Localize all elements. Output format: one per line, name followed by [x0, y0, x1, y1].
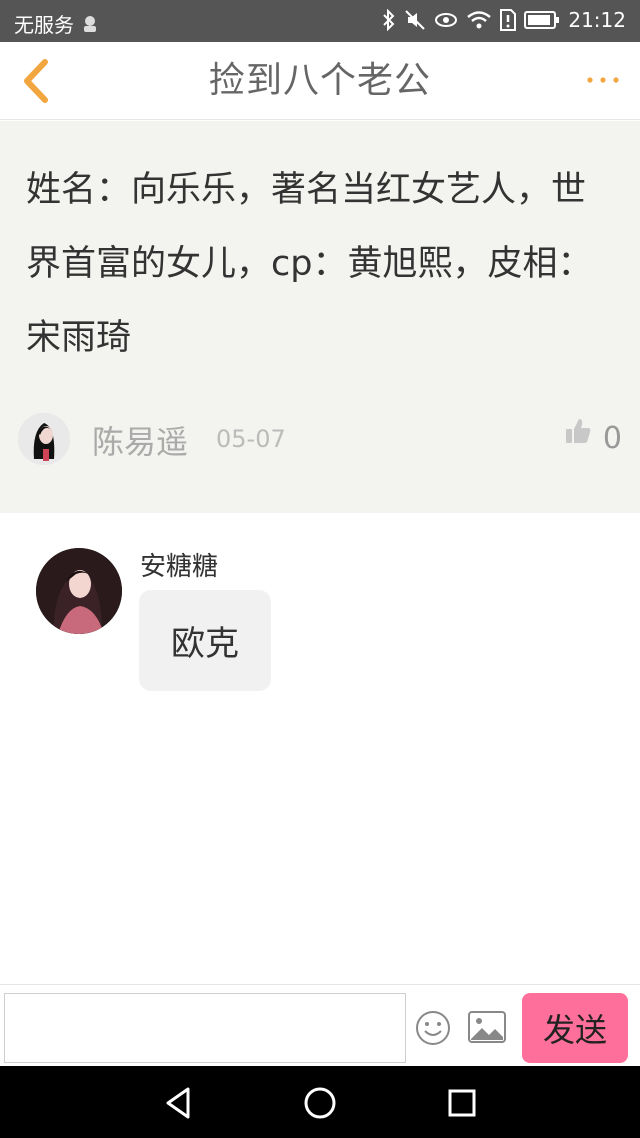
status-bar: 无服务 21:12: [0, 0, 640, 42]
chevron-left-icon: [24, 59, 48, 103]
notification-icon: [80, 14, 100, 34]
title-bar: 捡到八个老公: [0, 42, 640, 120]
comment-text: 欧克: [171, 624, 239, 664]
home-circle-icon: [304, 1087, 336, 1119]
clock-text: 21:12: [568, 8, 626, 32]
nav-back-button[interactable]: [157, 1082, 199, 1124]
status-right: 21:12: [382, 8, 626, 32]
input-bar: 发送: [0, 984, 640, 1066]
back-triangle-icon: [166, 1087, 190, 1119]
comment-author-name[interactable]: 安糖糖: [140, 546, 218, 583]
more-dots-icon: [587, 77, 619, 83]
page-title: 捡到八个老公: [208, 60, 431, 101]
nav-recents-button[interactable]: [441, 1082, 483, 1124]
navigation-bar: [0, 1066, 640, 1138]
eye-comfort-icon: [434, 11, 458, 29]
emoji-icon[interactable]: [414, 1009, 452, 1047]
image-icon[interactable]: [467, 1009, 507, 1045]
post-date: 05-07: [216, 425, 286, 453]
wifi-icon: [466, 10, 492, 30]
thumbs-up-icon[interactable]: [564, 417, 592, 445]
comment-input[interactable]: [4, 993, 406, 1063]
back-button[interactable]: [14, 56, 58, 106]
post-meta: 陈易遥 05-07 0: [18, 411, 622, 467]
more-button[interactable]: [580, 62, 626, 98]
comment-bubble[interactable]: 欧克: [139, 590, 271, 691]
recents-square-icon: [448, 1089, 476, 1117]
battery-icon: [524, 11, 560, 29]
like-count: 0: [602, 421, 622, 456]
post-card: 姓名：向乐乐，著名当红女艺人，世界首富的女儿，cp：黄旭熙，皮相：宋雨琦 陈易遥…: [0, 121, 640, 513]
post-author-name[interactable]: 陈易遥: [92, 417, 188, 463]
carrier-text: 无服务: [14, 13, 74, 37]
bluetooth-icon: [382, 9, 396, 31]
mute-icon: [404, 9, 426, 31]
post-author-avatar[interactable]: [18, 413, 70, 465]
nav-home-button[interactable]: [299, 1082, 341, 1124]
send-button[interactable]: 发送: [522, 993, 628, 1063]
post-content: 姓名：向乐乐，著名当红女艺人，世界首富的女儿，cp：黄旭熙，皮相：宋雨琦: [26, 170, 593, 358]
status-left: 无服务: [14, 9, 100, 38]
comment-author-avatar[interactable]: [36, 548, 122, 634]
sim-alert-icon: [500, 9, 517, 31]
